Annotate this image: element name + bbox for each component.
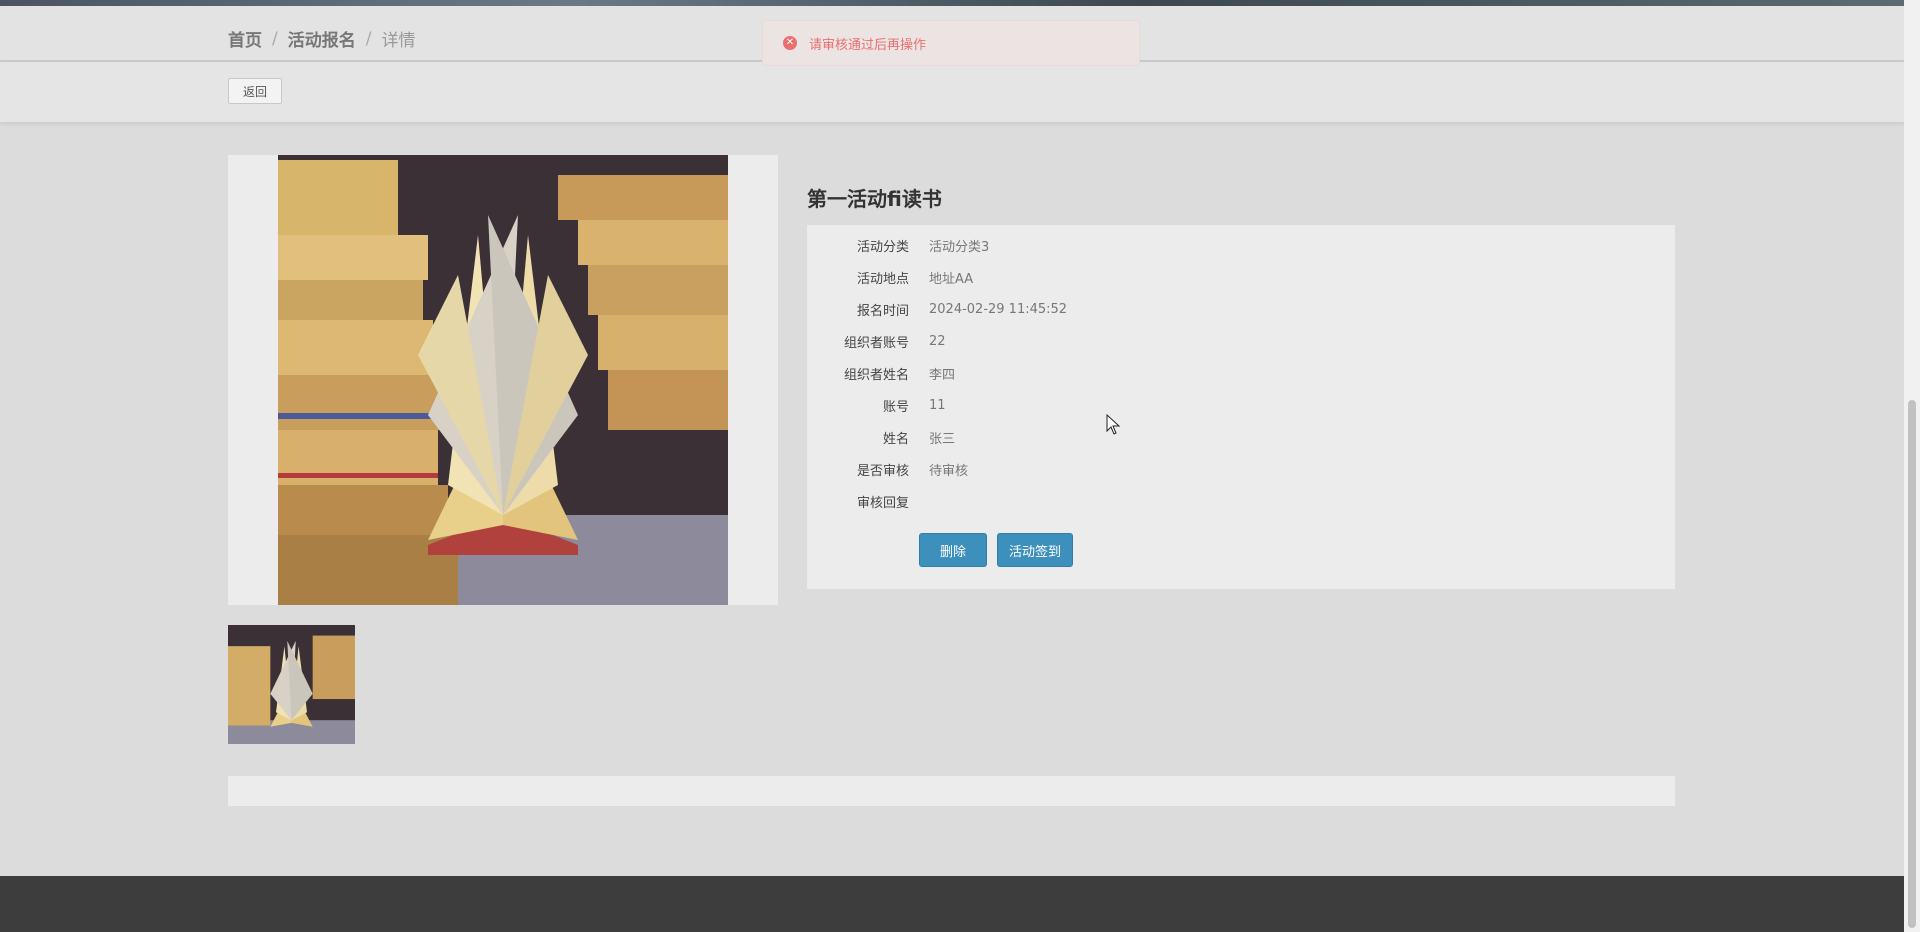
- detail-row-location: 活动地点 地址AA: [807, 261, 1675, 293]
- detail-row-signup-time: 报名时间 2024-02-29 11:45:52: [807, 293, 1675, 325]
- activity-title: 第一活动fi读书: [807, 187, 942, 211]
- field-label: 姓名: [882, 431, 909, 447]
- book-illustration: [278, 155, 728, 605]
- detail-row-review-reply: 审核回复: [807, 485, 1675, 517]
- detail-row-organizer-name: 组织者姓名 李四: [807, 357, 1675, 389]
- activity-signin-button[interactable]: 活动签到: [997, 533, 1073, 567]
- field-value: 李四: [929, 367, 956, 383]
- field-value: 11: [929, 397, 946, 413]
- field-value: 活动分类3: [929, 239, 990, 255]
- detail-row-name: 姓名 张三: [807, 421, 1675, 453]
- field-label: 组织者账号: [843, 335, 909, 351]
- field-label: 报名时间: [856, 303, 909, 319]
- field-value: 22: [929, 333, 946, 349]
- thumbnail-illustration: [228, 625, 355, 744]
- activity-thumbnail[interactable]: [228, 625, 355, 744]
- main-image-frame: [228, 155, 778, 605]
- error-circle-icon: ✕: [783, 36, 797, 50]
- detail-row-category: 活动分类 活动分类3: [807, 229, 1675, 261]
- page: 首页 / 活动报名 / 详情 返回 ✕ 请审核通过后再操作 第一活动fi读书 活…: [0, 0, 1920, 932]
- detail-row-organizer-account: 组织者账号 22: [807, 325, 1675, 357]
- breadcrumb-home-link[interactable]: 首页: [228, 26, 262, 51]
- field-label: 组织者姓名: [843, 367, 909, 383]
- field-label: 账号: [882, 399, 909, 415]
- bottom-panel: [228, 776, 1675, 806]
- delete-button[interactable]: 删除: [919, 533, 987, 567]
- error-toast: ✕ 请审核通过后再操作: [762, 20, 1140, 66]
- detail-panel: 活动分类 活动分类3 活动地点 地址AA 报名时间 2024-02-29 11:…: [807, 225, 1675, 589]
- field-value: 张三: [929, 431, 956, 447]
- field-label: 活动分类: [856, 239, 909, 255]
- breadcrumb-separator: /: [365, 28, 372, 49]
- field-value: 待审核: [929, 463, 969, 479]
- detail-row-account: 账号 11: [807, 389, 1675, 421]
- breadcrumb-separator: /: [272, 28, 278, 49]
- detail-row-review-status: 是否审核 待审核: [807, 453, 1675, 485]
- field-value: 2024-02-29 11:45:52: [929, 301, 1068, 317]
- breadcrumb-current: 详情: [381, 31, 416, 51]
- field-label: 是否审核: [856, 463, 909, 479]
- field-label: 活动地点: [856, 271, 909, 287]
- footer: [0, 876, 1904, 932]
- scrollbar-thumb[interactable]: [1908, 400, 1916, 928]
- breadcrumb-section-link[interactable]: 活动报名: [288, 26, 356, 51]
- toast-message: 请审核通过后再操作: [809, 37, 927, 53]
- back-button[interactable]: 返回: [228, 78, 282, 104]
- breadcrumb: 首页 / 活动报名 / 详情: [228, 26, 416, 52]
- mouse-cursor-icon: [1106, 414, 1121, 435]
- action-bar: 返回: [0, 62, 1904, 123]
- field-label: 审核回复: [856, 495, 909, 511]
- field-value: 地址AA: [929, 271, 974, 287]
- activity-main-image: [278, 155, 728, 605]
- page-scrollbar[interactable]: [1904, 0, 1920, 932]
